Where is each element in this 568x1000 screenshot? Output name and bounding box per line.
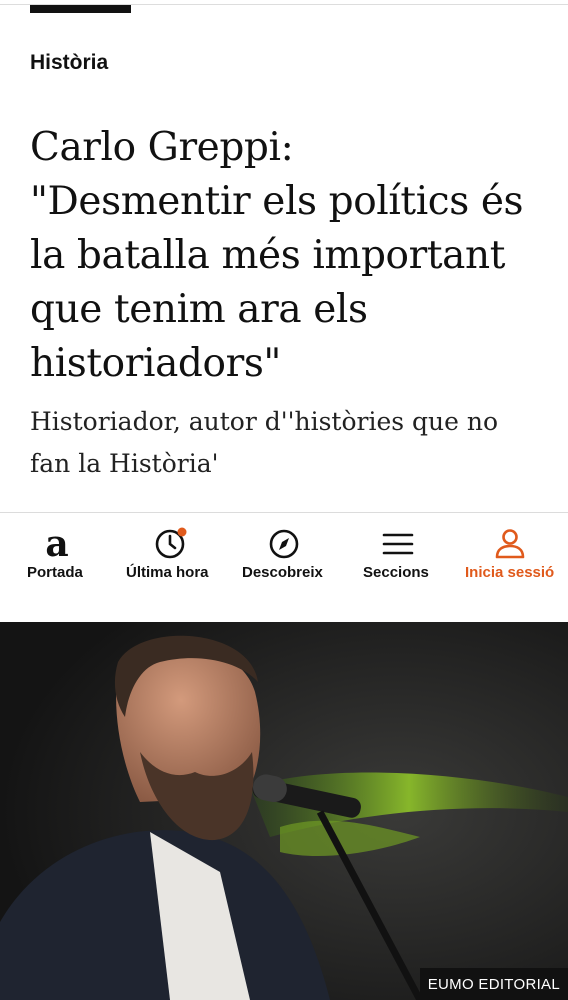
nav-item-ultima-hora[interactable]: Última hora	[114, 513, 228, 601]
user-icon	[495, 529, 525, 559]
nav-label: Inicia sessió	[465, 564, 555, 581]
top-accent-bar	[30, 5, 131, 13]
article-headline: Carlo Greppi: "Desmentir els polítics és…	[30, 121, 550, 391]
nav-label: Última hora	[126, 564, 209, 581]
subtitle-line: fan la Història'	[30, 449, 219, 478]
nav-label: Descobreix	[242, 564, 323, 581]
headline-line: historiadors"	[30, 341, 281, 386]
article-subtitle: Historiador, autor d''històries que no f…	[30, 401, 540, 485]
headline-line: que tenim ara els	[30, 287, 368, 332]
nav-item-seccions[interactable]: Seccions	[342, 513, 454, 601]
ara-logo-icon: a	[45, 523, 69, 565]
nav-label: Seccions	[363, 564, 429, 581]
speaker-photo	[0, 622, 568, 1000]
article-photo[interactable]: EUMO EDITORIAL	[0, 622, 568, 1000]
menu-icon	[382, 533, 414, 555]
headline-line: Carlo Greppi:	[30, 125, 294, 170]
bottom-navigation: a Portada Última hora Descobreix Seccion…	[0, 512, 568, 601]
nav-label: Portada	[27, 564, 83, 581]
nav-item-inicia-sessio[interactable]: Inicia sessió	[454, 513, 568, 601]
notification-dot	[177, 527, 187, 537]
compass-icon	[269, 529, 299, 559]
clock-icon	[155, 527, 187, 559]
headline-line: la batalla més important	[30, 233, 505, 278]
section-label[interactable]: Història	[30, 51, 108, 75]
nav-item-descobreix[interactable]: Descobreix	[228, 513, 342, 601]
subtitle-line: Historiador, autor d''històries que no	[30, 407, 499, 436]
photo-credit: EUMO EDITORIAL	[419, 968, 568, 1000]
nav-item-portada[interactable]: a Portada	[0, 513, 114, 601]
headline-line: "Desmentir els polítics és	[30, 179, 524, 224]
